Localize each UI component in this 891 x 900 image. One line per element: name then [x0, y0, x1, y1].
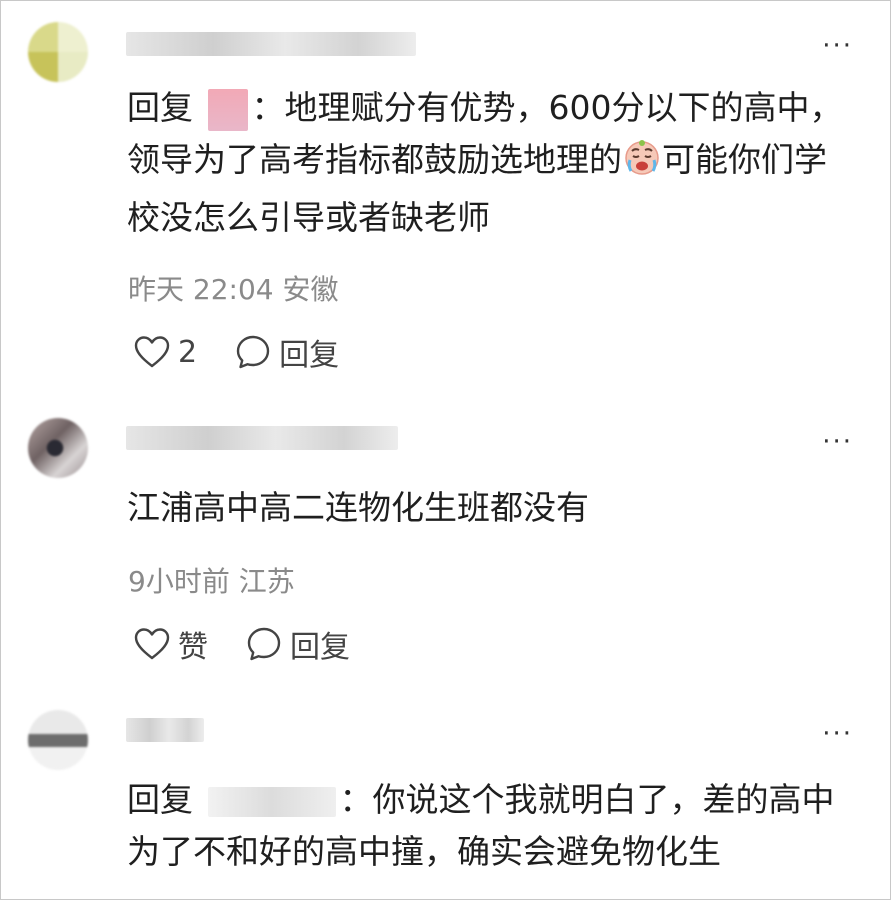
like-button[interactable]: 2 [134, 335, 197, 370]
heart-icon [134, 336, 170, 368]
comment-text: 江浦高中高二连物化生班都没有 [127, 488, 589, 527]
username-blurred[interactable] [126, 426, 398, 450]
username-blurred[interactable] [126, 718, 204, 742]
heart-icon [134, 628, 170, 660]
avatar[interactable] [28, 22, 88, 82]
comment-bubble-icon [247, 627, 281, 661]
comment-bubble-icon [236, 335, 270, 369]
reply-label: 回复 [290, 630, 350, 665]
comment-text: 回复 ：你说这个我就明白了，差的高中为了不和好的高中撞，确实会避免物化生 [127, 774, 855, 878]
like-count: 2 [178, 334, 198, 370]
mention-blurred[interactable] [207, 786, 336, 817]
crying-face-icon [622, 137, 662, 192]
more-options-icon[interactable]: ··· [822, 33, 853, 59]
more-options-icon[interactable]: ··· [822, 429, 853, 455]
location: 江苏 [238, 565, 295, 598]
reply-prefix: 回复 [127, 88, 193, 127]
more-options-icon[interactable]: ··· [822, 721, 853, 747]
like-label: 赞 [178, 630, 208, 665]
action-bar: 赞 回复 [134, 622, 388, 666]
location: 安徽 [282, 273, 339, 306]
timestamp: 昨天 22:04 [128, 273, 274, 306]
avatar[interactable] [28, 710, 88, 770]
timestamp: 9小时前 [128, 565, 230, 598]
avatar[interactable] [28, 418, 88, 478]
comment-meta: 9小时前 江苏 [128, 560, 295, 600]
reply-button[interactable]: 回复 [235, 330, 339, 374]
like-button[interactable]: 赞 [134, 622, 208, 666]
comment-meta: 昨天 22:04 安徽 [128, 268, 339, 308]
reply-button[interactable]: 回复 [246, 622, 350, 666]
comment-text: 回复 ：地理赋分有优势，600分以下的高中，领导为了高考指标都鼓励选地理的 可能… [127, 82, 855, 244]
action-bar: 2 回复 [134, 330, 377, 374]
mention-blurred[interactable] [207, 88, 248, 131]
reply-prefix: 回复 [127, 780, 193, 819]
reply-label: 回复 [279, 338, 340, 373]
username-blurred[interactable] [126, 32, 416, 56]
